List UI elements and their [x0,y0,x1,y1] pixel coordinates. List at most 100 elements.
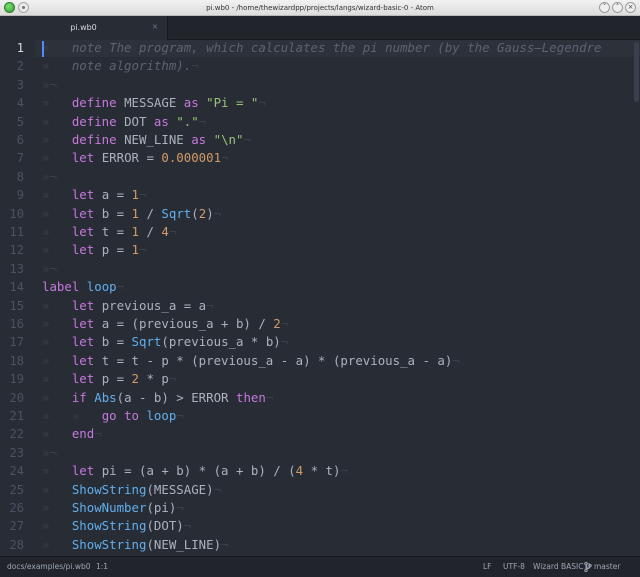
line-number[interactable]: 28 [0,536,24,554]
line-number[interactable]: 23 [0,444,24,462]
line-number[interactable]: 9 [0,186,24,204]
code-line[interactable]: » let t = 1 / 4¬ [42,223,176,241]
status-branch[interactable]: master [594,557,620,577]
eol-marker: ¬ [176,408,184,423]
code-token: loop [146,408,177,423]
code-token: 1 [131,242,140,258]
line-number-gutter[interactable]: 1 2 3 4 5 6 7 8 9 10 11 12 13 14 15 16 17 18 19 20 21 22 23 24 2… [0,40,35,556]
line-number[interactable]: 4 [0,94,24,112]
line-number[interactable]: 13 [0,260,24,278]
code-line[interactable]: » define DOT as "."¬ [42,113,206,131]
code-line[interactable]: label loop¬ [42,278,124,296]
window-titlebar[interactable]: pi.wb0 - /home/thewizardpp/projects/lang… [0,0,640,16]
code-token: let [71,297,95,313]
code-line[interactable]: » ShowString(DOT)¬ [42,517,191,535]
indent-guide: » » [42,408,102,423]
line-number[interactable]: 16 [0,315,24,333]
eol-marker: ¬ [168,224,177,239]
line-number[interactable]: 2 [0,57,24,75]
code-token: b = [94,334,132,350]
code-line[interactable]: » let ERROR = 0.000001¬ [42,149,229,167]
code-line[interactable]: » define MESSAGE as "Pi = "¬ [42,94,266,112]
line-number[interactable]: 21 [0,407,24,425]
line-number[interactable]: 18 [0,352,24,370]
code-token: pi = (a + b) * (a + b) / ( [94,463,296,479]
line-number[interactable]: 27 [0,517,24,535]
code-token: (NEW_LINE) [146,536,222,552]
eol-marker: ¬ [265,389,274,405]
code-line[interactable]: » let p = 2 * p¬ [42,370,176,388]
line-number[interactable]: 19 [0,370,24,388]
code-line[interactable]: » let b = 1 / Sqrt(2)¬ [42,205,221,223]
code-line[interactable]: » ShowNumber(pi)¬ [42,499,184,517]
line-number[interactable]: 15 [0,297,24,315]
code-line[interactable]: » ShowString(NEW_LINE)¬ [42,536,229,554]
line-number[interactable]: 25 [0,481,24,499]
line-number[interactable]: 7 [0,149,24,167]
maximize-button[interactable]: ˄ [612,2,623,13]
status-line-ending[interactable]: LF [483,557,492,577]
line-number[interactable]: 12 [0,241,24,259]
close-window-button[interactable]: × [625,2,636,13]
line-number[interactable]: 3 [0,76,24,94]
code-token: go [101,408,117,423]
status-cursor-position[interactable]: 1:1 [96,557,108,577]
code-token: * p [139,371,169,387]
line-number[interactable]: 20 [0,389,24,407]
eol-marker: ¬ [452,352,460,368]
code-token: let [71,334,95,350]
tab-pi-wb0[interactable]: pi.wb0 × [0,16,168,40]
line-number[interactable]: 17 [0,333,24,351]
code-line[interactable]: » end¬ [42,425,102,443]
tab-close-icon[interactable]: × [151,23,159,31]
code-line[interactable]: » » go to loop¬ [42,407,184,425]
line-number[interactable]: 24 [0,462,24,480]
code-line[interactable]: »¬ [42,444,57,462]
line-number[interactable]: 6 [0,131,24,149]
code-line[interactable]: »¬ [42,76,57,94]
code-line[interactable]: »¬ [42,260,57,278]
status-encoding[interactable]: UTF-8 [503,557,525,577]
code-token: let [71,187,95,203]
line-number[interactable]: 22 [0,425,24,443]
code-line[interactable]: » let previous_a = a¬ [42,297,214,315]
code-line[interactable]: » let a = (previous_a + b) / 2¬ [42,315,288,333]
code-token: p = [94,242,132,258]
status-file-path[interactable]: docs/examples/pi.wb0 [7,557,91,577]
code-token: define [71,132,117,147]
scrollbar-thumb[interactable] [634,42,639,102]
line-number[interactable]: 5 [0,113,24,131]
tab-bar: pi.wb0 × [0,16,640,40]
code-line[interactable]: » let p = 1¬ [42,241,146,259]
line-number[interactable]: 14 [0,278,24,296]
code-line[interactable]: » ShowString(MESSAGE)¬ [42,481,221,499]
indent-guide: » [42,132,72,147]
code-token: "\n" [213,132,244,147]
code-token: let [71,224,95,239]
code-line[interactable]: » let t = t - p * (previous_a - a) * (pr… [42,352,460,370]
code-line[interactable]: » if Abs(a - b) > ERROR then¬ [42,389,273,407]
eol-marker: ¬ [280,334,289,350]
line-number[interactable]: 11 [0,223,24,241]
code-line[interactable]: » let b = Sqrt(previous_a * b)¬ [42,333,288,351]
line-number[interactable]: 10 [0,205,24,223]
vertical-scrollbar[interactable] [632,40,640,556]
code-line[interactable]: » let pi = (a + b) * (a + b) / (4 * t)¬ [42,462,348,480]
line-number[interactable]: 1 [0,40,24,57]
indent-guide: » [42,481,72,497]
code-line[interactable]: » let a = 1¬ [42,186,146,204]
code-line[interactable]: » note The program, which calculates the… [42,40,602,57]
code-token: 1 [131,205,140,221]
code-line[interactable]: » define NEW_LINE as "\n"¬ [42,131,251,149]
eol-marker: ¬ [340,463,348,479]
code-token: DOT [116,113,154,129]
code-editor[interactable]: 1 2 3 4 5 6 7 8 9 10 11 12 13 14 15 16 17 18 19 20 21 22 23 24 2… [0,40,640,556]
minimize-button[interactable]: ˅ [599,2,610,13]
code-line[interactable]: »¬ [42,168,57,186]
code-line[interactable]: » note algorithm).¬ [42,57,199,75]
line-number[interactable]: 8 [0,168,24,186]
status-grammar[interactable]: Wizard BASIC 0 [533,557,591,577]
eol-marker: ¬ [206,297,214,313]
line-number[interactable]: 26 [0,499,24,517]
eol-marker: ¬ [213,205,222,221]
